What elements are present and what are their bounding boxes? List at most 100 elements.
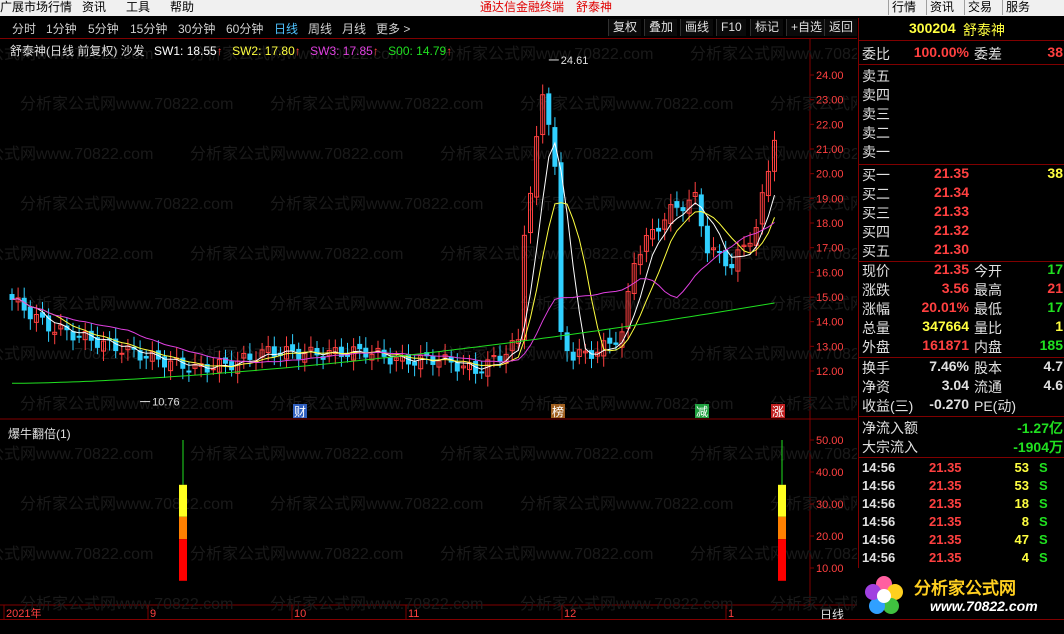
stat-label: 内盘 [974, 339, 1002, 355]
flow-row: 大宗流入 -1904万 [859, 437, 1064, 456]
tick-row[interactable]: 14:56 21.35 18 S [859, 496, 1064, 514]
flow-label: 大宗流入 [862, 439, 918, 455]
tool-overlay[interactable]: 叠加 [644, 19, 678, 36]
period-60min[interactable]: 60分钟 [226, 20, 263, 37]
watermark-text: 分析家公式网www.70822.com [20, 195, 233, 213]
kline-chart-area[interactable]: 分析家公式网www.70822.com 分析家公式网www.70822.com 分析… [0, 39, 983, 620]
watermark-text: 分析家公式网www.70822.com [690, 45, 857, 63]
tool-draw[interactable]: 画线 [680, 19, 714, 36]
period-daily[interactable]: 日线 [274, 20, 298, 37]
indicator-title: 爆牛翻倍(1) [8, 427, 71, 441]
stat-value: 17 [1047, 299, 1063, 315]
ind-tick-label: 50.00 [816, 435, 844, 447]
candle-body [119, 352, 125, 355]
period-weekly[interactable]: 周线 [308, 20, 332, 37]
tick-row[interactable]: 14:56 21.35 8 S [859, 514, 1064, 532]
tool-f10[interactable]: F10 [716, 19, 746, 36]
y-tick-label: 24.00 [816, 70, 844, 82]
ask-row: 卖二 [859, 123, 1064, 142]
watermark-text: 分析家公式网www.70822.com [20, 295, 233, 313]
stat-row: 总量 347664 量比 1 [859, 318, 1064, 337]
tick-volume: 53 [1014, 478, 1029, 493]
period-1min[interactable]: 1分钟 [46, 20, 77, 37]
menu-market[interactable]: 广展市场行情 [0, 0, 72, 15]
stat-row: 现价 21.35 今开 17 [859, 261, 1064, 280]
y-tick-label: 13.00 [816, 341, 844, 353]
y-tick-label: 17.00 [816, 243, 844, 255]
bid-price: 21.34 [933, 184, 969, 200]
tick-time: 14:56 [862, 460, 896, 475]
flow-value: -1904万 [1013, 439, 1063, 455]
flow-row: 净流入额 -1.27亿 [859, 418, 1064, 437]
period-more[interactable]: 更多 > [376, 20, 410, 37]
tick-row[interactable]: 14:56 21.35 53 S [859, 460, 1064, 478]
candle-body [9, 294, 15, 300]
period-fenshi[interactable]: 分时 [12, 20, 36, 37]
period-5min[interactable]: 5分钟 [88, 20, 119, 37]
tool-back[interactable]: 返回 [824, 19, 857, 36]
stat-label: 今开 [974, 263, 1002, 279]
kline-chart[interactable]: 分析家公式网www.70822.com 分析家公式网www.70822.com 分析… [0, 39, 983, 620]
watermark-text: 分析家公式网www.70822.com [190, 445, 403, 463]
btn-trade[interactable]: 交易 [964, 0, 995, 15]
bid-row: 买二 21.34 [859, 184, 1064, 203]
bid-label: 买五 [862, 243, 890, 259]
stat-value: -0.270 [929, 396, 969, 412]
stat-label: 净资 [862, 379, 890, 395]
tick-time: 14:56 [862, 532, 896, 547]
period-30min[interactable]: 30分钟 [178, 20, 215, 37]
candle-body [210, 368, 216, 371]
ask-row: 卖五 [859, 66, 1064, 85]
stat-label: 外盘 [862, 339, 890, 355]
watermark-text: 分析家公式网www.70822.com [770, 95, 857, 113]
candle-body [143, 355, 149, 359]
ind-bar-segment [778, 539, 786, 581]
tick-row[interactable]: 14:56 21.35 47 S [859, 532, 1064, 550]
divider [859, 457, 1064, 458]
tick-price: 21.35 [929, 514, 962, 529]
menu-tools[interactable]: 工具 [126, 0, 150, 15]
tool-fuquan[interactable]: 复权 [608, 19, 642, 36]
tick-price: 21.35 [929, 532, 962, 547]
y-tick-label: 21.00 [816, 144, 844, 156]
stat-value: 347664 [922, 318, 969, 334]
period-toolbar: 分时 1分钟 5分钟 15分钟 30分钟 60分钟 日线 周线 月线 更多 > … [0, 18, 857, 39]
tool-add-fav[interactable]: +自选 [786, 19, 827, 36]
flow-label: 净流入额 [862, 420, 918, 436]
stat-value: 185 [1039, 337, 1063, 353]
btn-info[interactable]: 资讯 [926, 0, 957, 15]
legend-sw3: SW3: 17.85↑ [310, 44, 379, 58]
ask-label: 卖四 [862, 87, 890, 103]
tick-volume: 53 [1014, 460, 1029, 475]
stat-value: 17 [1047, 261, 1063, 277]
tick-time: 14:56 [862, 514, 896, 529]
ind-tick-label: 30.00 [816, 499, 844, 511]
candle-body [296, 348, 302, 360]
candle-body [717, 251, 723, 254]
tick-row[interactable]: 14:56 21.35 53 S [859, 478, 1064, 496]
stock-title: 舒泰神 [576, 0, 613, 14]
tick-side: S [1039, 514, 1048, 529]
tick-row[interactable]: 14:56 21.35 4 S [859, 550, 1064, 568]
x-tick-label: 11 [408, 608, 419, 619]
x-tick-label: 10 [294, 608, 306, 619]
candle-body [70, 331, 76, 341]
watermark-text: 分析家公式网www.70822.com [770, 195, 857, 213]
period-15min[interactable]: 15分钟 [130, 20, 167, 37]
bid-volume: 38 [1047, 165, 1063, 181]
menu-news[interactable]: 资讯 [82, 0, 106, 15]
stat-value: 21.35 [933, 261, 969, 277]
bid-price: 21.35 [933, 165, 969, 181]
stat-value: 20.01% [921, 299, 969, 315]
period-monthly[interactable]: 月线 [342, 20, 366, 37]
btn-quote[interactable]: 行情 [888, 0, 919, 15]
ind-bar-segment [179, 539, 187, 581]
watermark-text: 分析家公式网www.70822.com [20, 495, 233, 513]
tool-mark[interactable]: 标记 [750, 19, 784, 36]
watermark-text: 分析家公式网www.70822.com [440, 445, 653, 463]
candle-body [680, 207, 686, 212]
quote-header: 300204 舒泰神 [859, 20, 1064, 39]
menu-help[interactable]: 帮助 [170, 0, 194, 15]
btn-service[interactable]: 服务 [1002, 0, 1033, 15]
y-tick-label: 23.00 [816, 95, 844, 107]
